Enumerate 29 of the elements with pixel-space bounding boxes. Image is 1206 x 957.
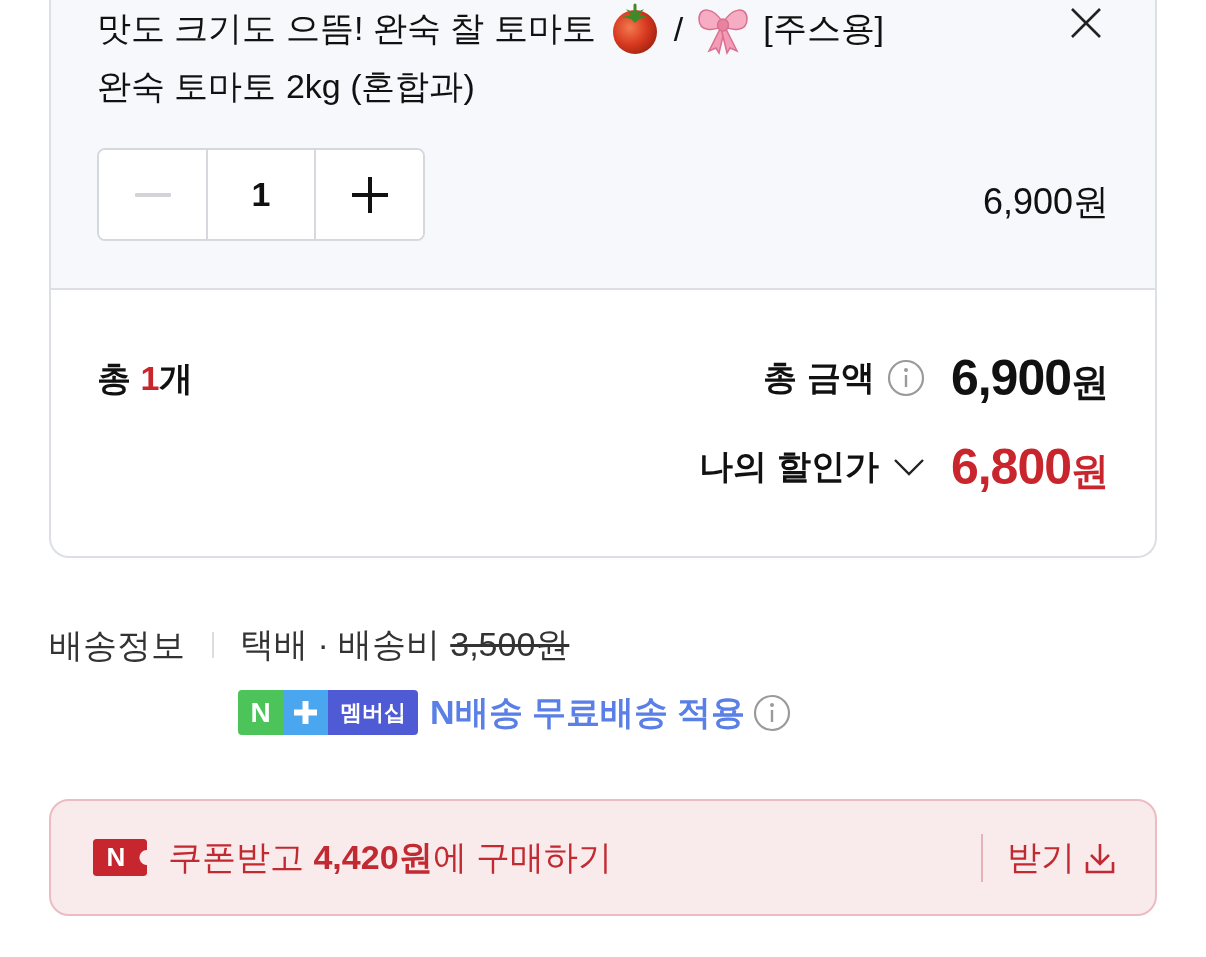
coupon-text: 쿠폰받고 4,420원에 구매하기 [168, 836, 612, 878]
total-price: 6,900원 [950, 348, 1109, 408]
plus-icon [351, 176, 388, 213]
shipping-method: 택배 · 배송비 [240, 624, 441, 665]
membership-badge-label: 멤버십 [328, 690, 418, 735]
info-icon[interactable] [886, 359, 925, 397]
total-label: 총 금액 [763, 357, 875, 398]
plus-icon [283, 690, 328, 735]
close-button[interactable] [1069, 6, 1103, 40]
minus-icon [134, 192, 171, 197]
info-icon[interactable] [753, 693, 792, 732]
shipping-label: 배송정보 [49, 625, 185, 666]
title-separator: / [673, 9, 684, 49]
close-icon [1070, 7, 1102, 39]
quantity-stepper[interactable]: 1 [97, 148, 425, 241]
item-price: 6,900원 [982, 180, 1109, 224]
original-shipping-fee: 3,500원 [450, 624, 570, 665]
free-shipping-text: N배송 무료배송 적용 [430, 691, 746, 733]
product-title: 완숙 토마토 2kg (혼합과) [97, 66, 475, 107]
product-title: [주스용] [763, 8, 885, 49]
quantity-input[interactable]: 1 [206, 150, 316, 239]
product-title: 맛도 크기도 으뜸! 완숙 찰 토마토 [97, 8, 596, 49]
download-coupon-button[interactable]: 받기 [1007, 834, 1115, 881]
discount-toggle[interactable]: 나의 할인가 [699, 444, 925, 490]
membership-badge-letter: N [238, 690, 283, 735]
item-count: 총 1개 [97, 358, 194, 399]
coupon-badge: N [93, 839, 147, 876]
discount-price: 6,800원 [950, 437, 1109, 497]
download-icon [1085, 841, 1115, 874]
